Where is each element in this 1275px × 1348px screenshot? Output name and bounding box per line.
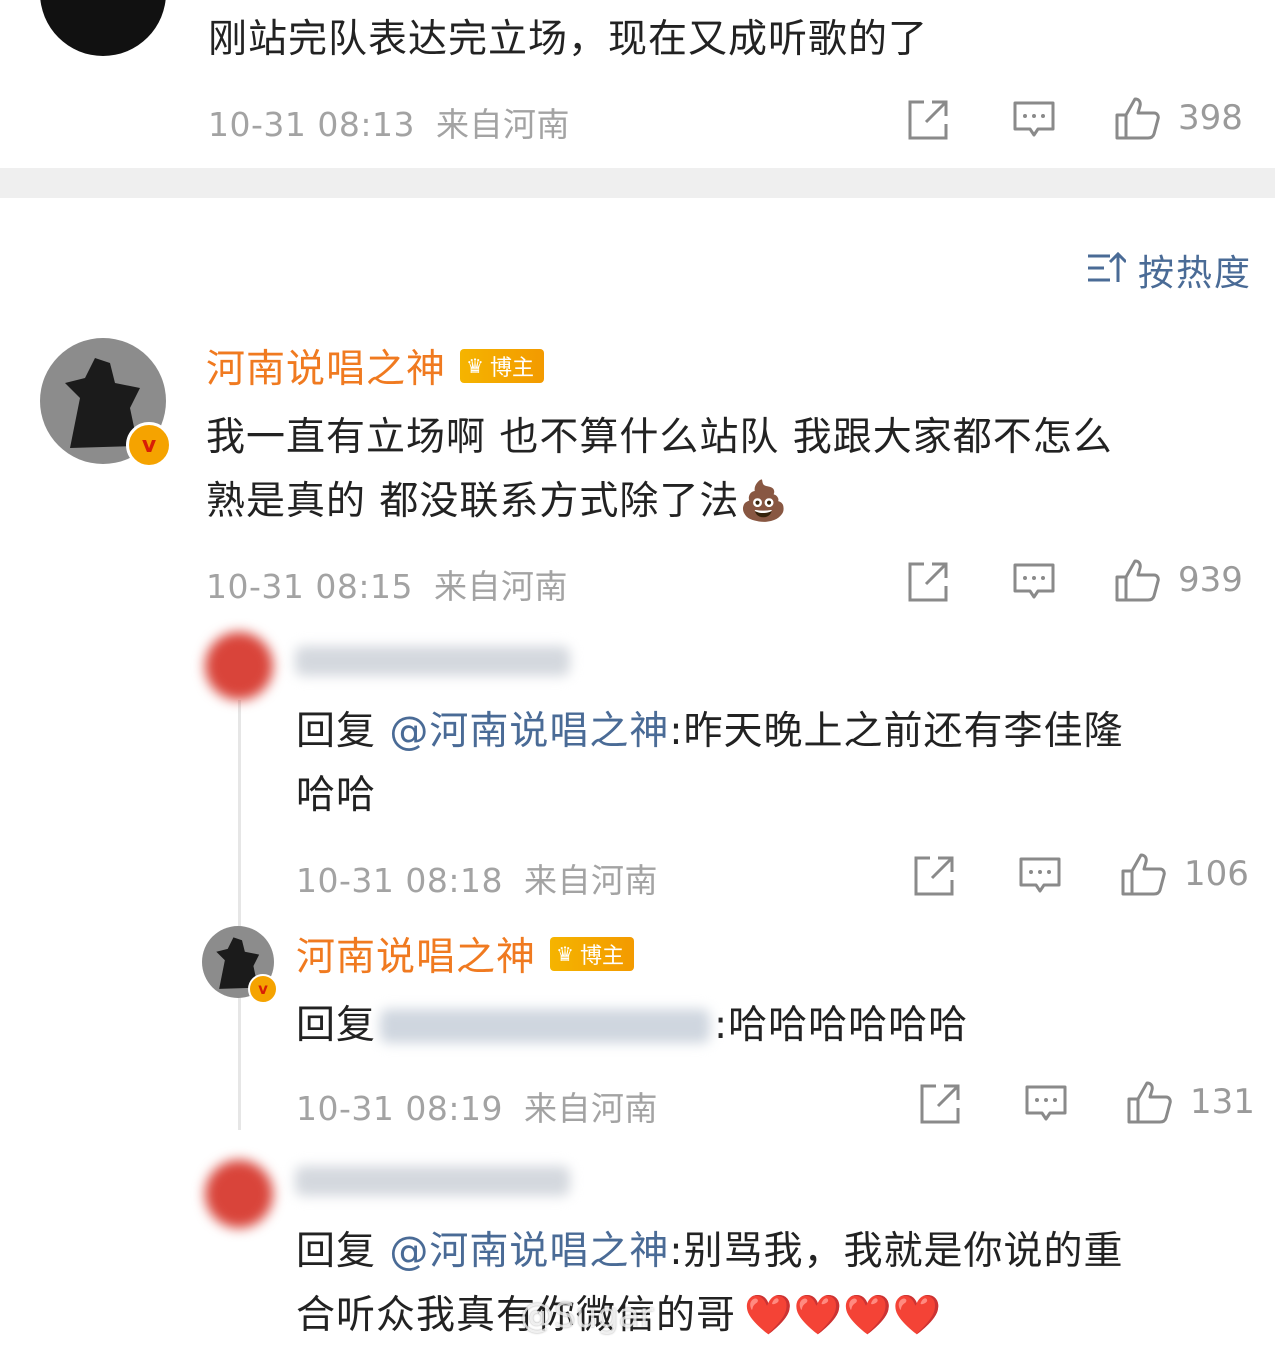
like-count: 131 xyxy=(1190,1082,1255,1122)
reply-header: 河南说唱之神 ♛ 博主 xyxy=(296,926,634,982)
comment-header: 河南说唱之神 ♛ 博主 xyxy=(206,338,544,394)
share-icon[interactable] xyxy=(906,98,950,142)
comment-text: 刚站完队表达完立场，现在又成听歌的了 xyxy=(208,17,929,62)
reply-line: 回复 @河南说唱之神:别骂我，我就是你说的重 xyxy=(296,1229,1124,1274)
watermark: @Sugar xyxy=(520,1296,654,1336)
reply-icon[interactable] xyxy=(1012,562,1056,602)
like-icon[interactable] xyxy=(1114,95,1162,141)
comment-location: 来自河南 xyxy=(435,105,570,144)
avatar-replier[interactable] xyxy=(205,1160,273,1228)
verified-badge: v xyxy=(126,422,172,468)
reply-time: 10-31 08:19 xyxy=(296,1089,503,1128)
badge-label: 博主 xyxy=(489,356,534,381)
reply-meta: 10-31 08:19 来自河南 xyxy=(296,1082,658,1130)
sort-label: 按热度 xyxy=(1138,253,1253,294)
crown-icon: ♛ xyxy=(466,354,484,378)
avatar-top-commenter[interactable] xyxy=(40,0,166,56)
badge-label: 博主 xyxy=(579,944,624,969)
blogger-badge: ♛ 博主 xyxy=(460,349,544,383)
mention-link[interactable]: @河南说唱之神 xyxy=(389,1229,669,1274)
comment-text: 我一直有立场啊 也不算什么站队 我跟大家都不怎么 熟是真的 都没联系方式除了法💩 xyxy=(206,406,1246,534)
mention-link[interactable]: @河南说唱之神 xyxy=(389,709,669,754)
thread-line xyxy=(238,700,241,1130)
share-icon[interactable] xyxy=(918,1082,962,1126)
reply-icon[interactable] xyxy=(1024,1084,1068,1124)
sort-button[interactable]: 按热度 xyxy=(1086,244,1252,296)
comment-time: 10-31 08:15 xyxy=(206,567,413,606)
comment-line: 我一直有立场啊 也不算什么站队 我跟大家都不怎么 xyxy=(206,415,1113,460)
comment-line: 熟是真的 都没联系方式除了法💩 xyxy=(206,479,789,524)
share-icon[interactable] xyxy=(906,560,950,604)
reply-text: 回复 @河南说唱之神:昨天晚上之前还有李佳隆 哈哈 xyxy=(296,700,1246,828)
comment-meta: 10-31 08:13 来自河南 xyxy=(208,98,570,146)
reply-location: 来自河南 xyxy=(523,861,658,900)
reply-line: 合听众我真有你微信的哥 ❤️❤️❤️❤️ xyxy=(296,1293,943,1338)
mention-redacted xyxy=(380,1009,711,1043)
sort-icon xyxy=(1086,250,1128,290)
reply-icon[interactable] xyxy=(1012,100,1056,140)
blogger-badge: ♛ 博主 xyxy=(550,937,634,971)
author-name[interactable]: 河南说唱之神 xyxy=(206,338,446,394)
section-divider xyxy=(0,168,1275,198)
comment-location: 来自河南 xyxy=(433,567,568,606)
reply-line: 哈哈 xyxy=(296,773,377,818)
like-icon[interactable] xyxy=(1114,557,1162,603)
like-icon[interactable] xyxy=(1120,851,1168,897)
like-count: 939 xyxy=(1178,560,1243,600)
username-redacted xyxy=(295,646,570,676)
share-icon[interactable] xyxy=(912,854,956,898)
heart-emojis: ❤️❤️❤️❤️ xyxy=(744,1293,943,1338)
avatar-replier[interactable] xyxy=(205,632,273,700)
reply-text: 回复 @河南说唱之神:别骂我，我就是你说的重 合听众我真有你微信的哥 ❤️❤️❤️… xyxy=(296,1220,1246,1348)
like-count: 398 xyxy=(1178,98,1243,138)
reply-location: 来自河南 xyxy=(523,1089,658,1128)
reply-icon[interactable] xyxy=(1018,856,1062,896)
author-name[interactable]: 河南说唱之神 xyxy=(296,926,536,982)
like-count: 106 xyxy=(1184,854,1249,894)
comment-meta: 10-31 08:15 来自河南 xyxy=(206,560,568,608)
reply-line: 回复 @河南说唱之神:昨天晚上之前还有李佳隆 xyxy=(296,709,1124,754)
reply-time: 10-31 08:18 xyxy=(296,861,503,900)
verified-badge: v xyxy=(248,974,278,1004)
reply-text: 回复 :哈哈哈哈哈哈 xyxy=(296,1003,969,1048)
reply-meta: 10-31 08:18 来自河南 xyxy=(296,854,658,902)
poop-emoji: 💩 xyxy=(739,479,789,524)
comment-time: 10-31 08:13 xyxy=(208,105,415,144)
crown-icon: ♛ xyxy=(556,942,574,966)
like-icon[interactable] xyxy=(1126,1079,1174,1125)
username-redacted xyxy=(295,1166,570,1196)
